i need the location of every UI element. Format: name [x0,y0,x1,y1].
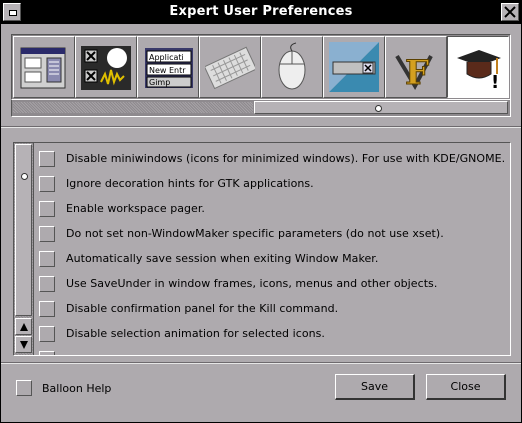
font-icon-glyph: F [405,53,429,92]
menu-preferences-icon: Applicati New Entr Gimp [145,48,193,88]
option-checkbox[interactable] [39,251,55,267]
divider [0,362,522,364]
options-panel: Disable miniwindows (icons for minimized… [13,142,511,356]
close-icon [504,6,516,18]
window-title: Expert User Preferences [169,4,353,19]
option-row[interactable]: Disable selection animation for selected… [36,323,510,345]
arrow-down-icon [20,341,28,349]
option-checkbox[interactable] [39,176,55,192]
expert-user-icon: ! [457,50,501,92]
save-button[interactable]: Save [335,374,415,400]
font-configuration-icon: F [395,53,433,92]
scrollbar-track[interactable] [13,102,253,113]
keyboard-shortcuts-icon [205,46,255,90]
menu-icon-line-1: Applicati [149,53,184,62]
font-configuration-button[interactable]: F [385,36,447,98]
option-checkbox[interactable] [39,351,55,355]
appearance-icon [329,42,379,92]
arrow-up-icon [20,323,28,331]
balloon-help-checkbox[interactable] [16,380,32,396]
close-window-button[interactable] [501,3,519,21]
preferences-icon-strip: Applicati New Entr Gimp F ! [11,34,511,100]
menu-preferences-button[interactable]: Applicati New Entr Gimp [137,36,199,98]
mouse-preferences-button[interactable] [261,36,323,98]
option-label: Disable selection animation for selected… [66,327,325,340]
option-row[interactable]: Ignore decoration hints for GTK applicat… [36,173,510,195]
expert-user-button[interactable]: ! [447,36,509,98]
icon-strip-scrollbar[interactable] [11,100,511,117]
title-bar[interactable]: Expert User Preferences [0,0,522,24]
grip-icon [21,173,28,180]
option-label: Enable workspace pager. [66,202,205,215]
option-row[interactable]: Disable miniwindows (icons for minimized… [36,148,510,170]
menu-icon-line-3: Gimp [149,78,170,87]
option-label: Automatically save session when exiting … [66,252,379,265]
option-checkbox[interactable] [39,301,55,317]
option-checkbox[interactable] [39,226,55,242]
option-label: Disable miniwindows (icons for minimized… [66,152,506,165]
option-label: Ignore decoration hints for GTK applicat… [66,177,314,190]
option-checkbox[interactable] [39,201,55,217]
mouse-preferences-icon [278,42,306,90]
scrollbar-knob[interactable] [254,101,508,114]
scroll-down-button[interactable] [15,336,32,353]
option-row[interactable]: Disable confirmation panel for the Kill … [36,298,510,320]
option-checkbox[interactable] [39,151,55,167]
close-button[interactable]: Close [426,374,506,400]
option-label: Use SaveUnder in window frames, icons, m… [66,277,438,290]
window-focus-icon [81,46,131,90]
option-label: Disable confirmation panel for the Kill … [66,302,339,315]
scroll-up-button[interactable] [15,318,32,335]
option-row[interactable]: Do not set non-WindowMaker specific para… [36,223,510,245]
menu-icon-line-2: New Entr [149,66,186,75]
window-handling-button[interactable] [13,36,75,98]
window-handling-icon [20,47,66,89]
option-row[interactable] [36,348,510,355]
option-row[interactable]: Use SaveUnder in window frames, icons, m… [36,273,510,295]
scrollbar-knob[interactable] [15,144,32,316]
option-row[interactable]: Enable workspace pager. [36,198,510,220]
window-focus-button[interactable] [75,36,137,98]
option-checkbox[interactable] [39,326,55,342]
appearance-button[interactable] [323,36,385,98]
option-label: Do not set non-WindowMaker specific para… [66,227,444,240]
option-checkbox[interactable] [39,276,55,292]
expert-icon-glyph: ! [491,72,499,92]
balloon-help-label: Balloon Help [42,382,112,395]
keyboard-shortcuts-button[interactable] [199,36,261,98]
divider [0,126,522,128]
options-scrollbar[interactable] [14,143,34,355]
grip-icon [375,105,382,112]
options-list: Disable miniwindows (icons for minimized… [36,143,510,355]
option-row[interactable]: Automatically save session when exiting … [36,248,510,270]
